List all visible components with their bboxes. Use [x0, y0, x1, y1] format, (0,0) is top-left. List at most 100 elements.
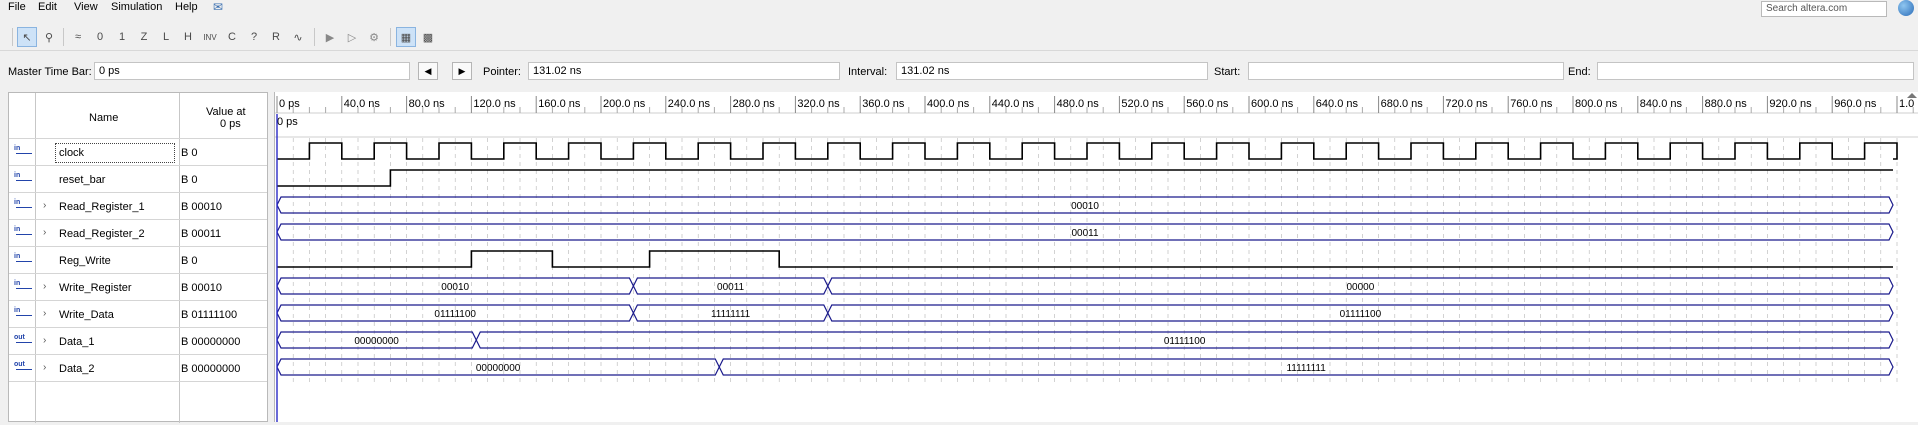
signal-value: B 00010	[181, 282, 222, 294]
signal-value: B 00010	[181, 201, 222, 213]
high-impedance-icon[interactable]: Z	[134, 27, 154, 47]
bus-value-label: 00000000	[476, 363, 521, 374]
ruler-tick-label: 920.0 ns	[1769, 98, 1812, 110]
search-input[interactable]: Search altera.com	[1761, 1, 1887, 17]
value-column-header[interactable]: Value at	[206, 106, 246, 118]
invert-icon[interactable]: INV	[200, 27, 220, 47]
toolbar-separator	[314, 28, 315, 46]
snap-to-grid-icon[interactable]: ▦	[396, 27, 416, 47]
expand-chevron-icon[interactable]: ›	[43, 227, 46, 238]
input-pin-icon: in	[14, 253, 34, 269]
output-pin-icon: out	[14, 334, 34, 350]
end-label: End:	[1568, 66, 1591, 78]
start-label: Start:	[1214, 66, 1241, 78]
signal-value: B 01111100	[181, 309, 238, 321]
bus-value-label: 01111100	[1340, 309, 1382, 320]
expand-chevron-icon[interactable]: ›	[43, 200, 46, 211]
menu-simulation[interactable]: Simulation	[111, 1, 162, 13]
bus-value-label: 01111100	[1164, 336, 1206, 347]
signal-name[interactable]: Reg_Write	[59, 255, 111, 267]
reset-bar-waveform[interactable]	[277, 169, 1893, 187]
signal-name[interactable]: Read_Register_1	[59, 201, 145, 213]
toolbar-separator	[12, 28, 13, 46]
ruler-tick-label: 400.0 ns	[927, 98, 970, 110]
bus-value-label: 00010	[1071, 201, 1099, 212]
row-divider	[9, 192, 267, 193]
forcing-low-icon[interactable]: 0	[90, 27, 110, 47]
toolbar-separator	[63, 28, 64, 46]
start-field[interactable]	[1248, 62, 1564, 80]
help-chat-icon[interactable]: ✉	[213, 0, 223, 14]
expand-chevron-icon[interactable]: ›	[43, 362, 46, 373]
run-timing-icon[interactable]: ▷	[342, 27, 362, 47]
row-divider	[9, 273, 267, 274]
row-divider	[9, 354, 267, 355]
signal-name[interactable]: Write_Data	[59, 309, 114, 321]
ruler-tick-label: 320.0 ns	[797, 98, 840, 110]
input-bus-icon: in	[14, 226, 34, 242]
bus-value-label: 01111100	[434, 309, 476, 320]
expand-chevron-icon[interactable]: ›	[43, 281, 46, 292]
waveform-panel[interactable]: 0 ps 40.0 ns 80.0 ns 120.0 ns 160.0 ns 200.0 …	[274, 92, 1918, 422]
ruler-tick-label: 520.0 ns	[1121, 98, 1164, 110]
end-field[interactable]	[1597, 62, 1914, 80]
signal-name[interactable]: Data_2	[59, 363, 94, 375]
signal-name[interactable]: reset_bar	[59, 174, 105, 186]
globe-icon[interactable]	[1898, 0, 1914, 16]
signal-name[interactable]: Read_Register_2	[59, 228, 145, 240]
run-functional-icon[interactable]: ▶	[320, 27, 340, 47]
menu-file[interactable]: File	[8, 1, 26, 13]
expand-chevron-icon[interactable]: ›	[43, 335, 46, 346]
input-bus-icon: in	[14, 307, 34, 323]
header-divider	[9, 138, 267, 139]
ruler-tick-label: 960.0 ns	[1834, 98, 1877, 110]
generate-netlist-icon[interactable]: ⚙	[364, 27, 384, 47]
value-column-divider	[179, 93, 180, 423]
signal-value: B 0	[181, 147, 198, 159]
menu-help[interactable]: Help	[175, 1, 198, 13]
random-value-icon[interactable]: ∿	[288, 27, 308, 47]
signal-value: B 0	[181, 174, 198, 186]
input-bus-icon: in	[14, 199, 34, 215]
input-bus-icon: in	[14, 280, 34, 296]
menu-edit[interactable]: Edit	[38, 1, 57, 13]
ruler-tick-label: 880.0 ns	[1705, 98, 1748, 110]
bus-value-label: 00011	[717, 282, 745, 293]
weak-high-icon[interactable]: H	[178, 27, 198, 47]
grid-settings-icon[interactable]: ▩	[418, 27, 438, 47]
weak-low-icon[interactable]: L	[156, 27, 176, 47]
zoom-tool-icon[interactable]: ⚲	[39, 27, 59, 47]
expand-chevron-icon[interactable]: ›	[43, 308, 46, 319]
reg-write-waveform[interactable]	[277, 250, 1893, 268]
ruler-tick-label: 160.0 ns	[538, 98, 581, 110]
ruler-tick-label: 800.0 ns	[1575, 98, 1618, 110]
clock-value-icon[interactable]: ?	[244, 27, 264, 47]
bus-value-label: 00011	[1071, 228, 1099, 239]
menu-view[interactable]: View	[74, 1, 98, 13]
name-column-header[interactable]: Name	[89, 112, 118, 124]
time-bar: Master Time Bar: 0 ps ◀ ▶ Pointer: 131.0…	[0, 58, 1918, 84]
interval-label: Interval:	[848, 66, 888, 78]
selection-tool-icon[interactable]: ↖	[17, 27, 37, 47]
row-divider	[9, 165, 267, 166]
waveform-canvas[interactable]: 0 ps 40.0 ns 80.0 ns 120.0 ns 160.0 ns 200.0 …	[275, 92, 1918, 422]
ruler-tick-label: 840.0 ns	[1640, 98, 1683, 110]
ruler-tick-label: 0 ps	[279, 98, 300, 110]
arbitrary-value-icon[interactable]: R	[266, 27, 286, 47]
forcing-high-icon[interactable]: 1	[112, 27, 132, 47]
toolbar-separator	[390, 28, 391, 46]
pointer-field: 131.02 ns	[528, 62, 840, 80]
scroll-up-icon[interactable]	[1907, 93, 1917, 98]
signal-name[interactable]: Write_Register	[59, 282, 132, 294]
uninitialized-icon[interactable]: ≈	[68, 27, 88, 47]
row-divider	[9, 381, 267, 382]
signal-name[interactable]: Data_1	[59, 336, 94, 348]
next-transition-button[interactable]: ▶	[452, 62, 472, 80]
bus-value-label: 11111111	[1286, 363, 1326, 374]
row-divider	[9, 219, 267, 220]
master-time-bar-field[interactable]: 0 ps	[94, 62, 410, 80]
count-value-icon[interactable]: C	[222, 27, 242, 47]
row-divider	[9, 300, 267, 301]
previous-transition-button[interactable]: ◀	[418, 62, 438, 80]
cursor-time-label: 0 ps	[277, 116, 298, 128]
